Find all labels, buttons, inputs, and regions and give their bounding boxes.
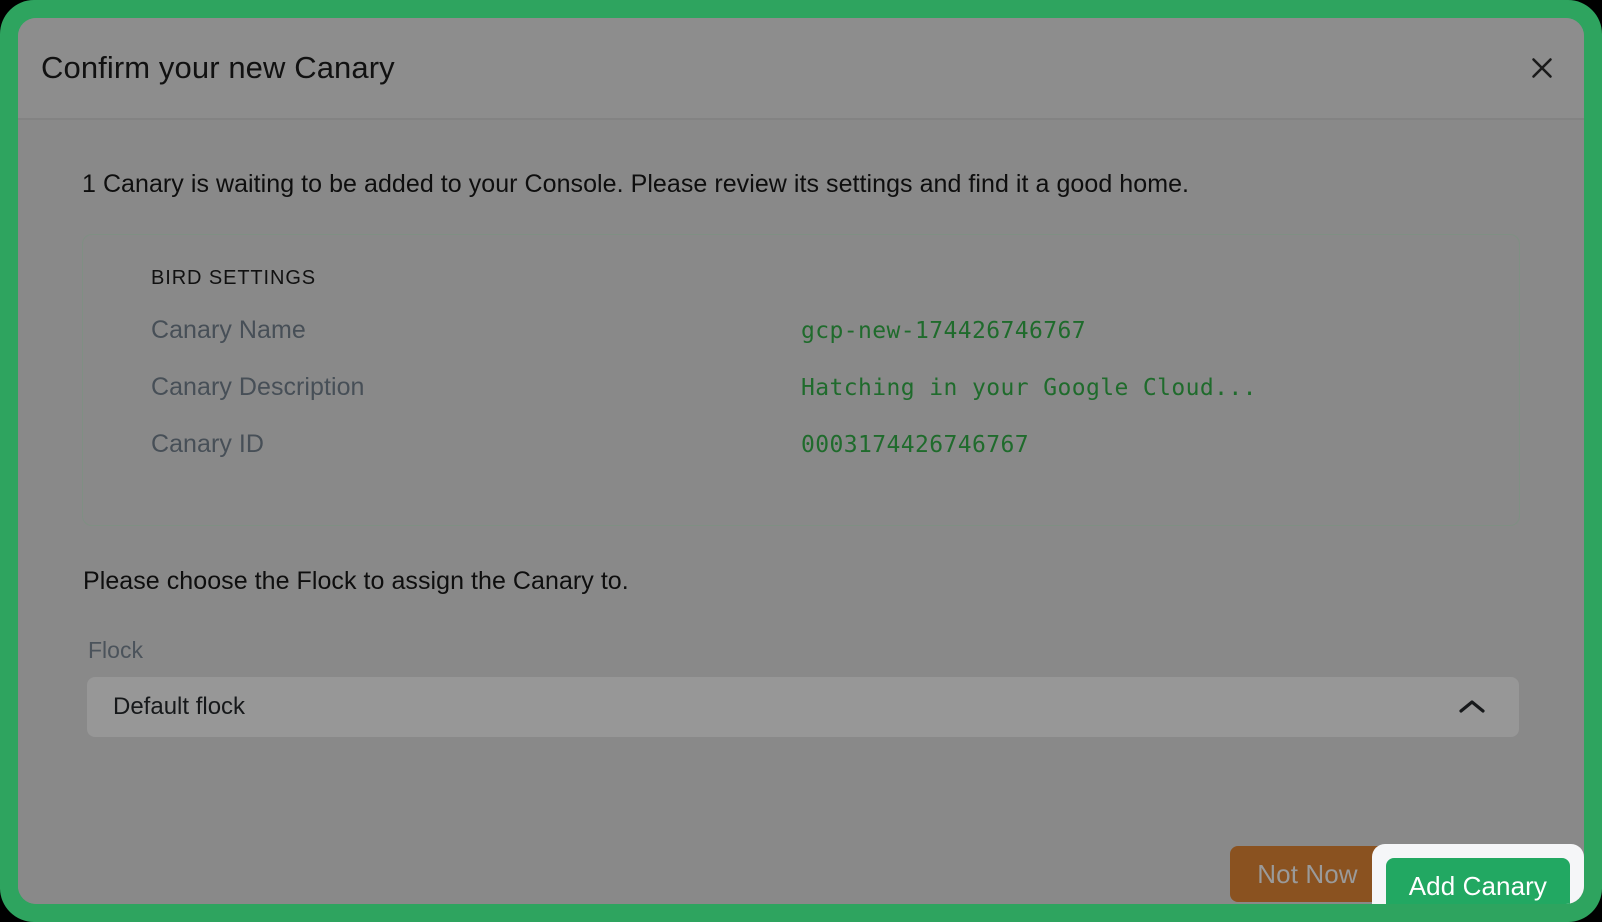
flock-label: Flock: [88, 637, 143, 663]
add-canary-button[interactable]: Add Canary: [1385, 858, 1570, 904]
intro-text: 1 Canary is waiting to be added to your …: [82, 170, 1190, 198]
flock-select[interactable]: Default flock: [87, 677, 1519, 737]
canary-id-label: Canary ID: [151, 430, 264, 458]
table-row: Canary Name gcp-new-174426746767: [151, 316, 1519, 373]
not-now-button[interactable]: Not Now: [1230, 846, 1385, 902]
table-row: Canary Description Hatching in your Goog…: [151, 373, 1519, 430]
canary-description-label: Canary Description: [151, 373, 365, 401]
flock-select-value: Default flock: [113, 693, 246, 720]
chevron-up-icon: [1457, 697, 1487, 717]
canary-name-value: gcp-new-174426746767: [801, 318, 1086, 344]
canary-name-label: Canary Name: [151, 316, 306, 344]
close-icon[interactable]: [1522, 48, 1562, 88]
page-title: Confirm your new Canary: [41, 50, 395, 85]
flock-field: Flock Default flock: [82, 637, 1520, 737]
canary-id-value: 0003174426746767: [801, 432, 1029, 458]
flock-prompt-text: Please choose the Flock to assign the Ca…: [83, 567, 629, 595]
dialog-body: 1 Canary is waiting to be added to your …: [18, 120, 1584, 904]
dialog-footer: Not Now Add Canary: [1230, 844, 1584, 904]
modal-highlight-frame: Confirm your new Canary 1 Canary is wait…: [0, 0, 1602, 922]
add-canary-focus-ring: Add Canary: [1371, 844, 1584, 904]
table-row: Canary ID 0003174426746767: [151, 430, 1519, 487]
bird-settings-heading: BIRD SETTINGS: [151, 267, 317, 289]
canary-description-value: Hatching in your Google Cloud...: [801, 375, 1257, 401]
confirm-new-canary-dialog: Confirm your new Canary 1 Canary is wait…: [18, 18, 1584, 904]
bird-settings-card: BIRD SETTINGS Canary Name gcp-new-174426…: [82, 234, 1520, 526]
dialog-header: Confirm your new Canary: [18, 18, 1584, 120]
